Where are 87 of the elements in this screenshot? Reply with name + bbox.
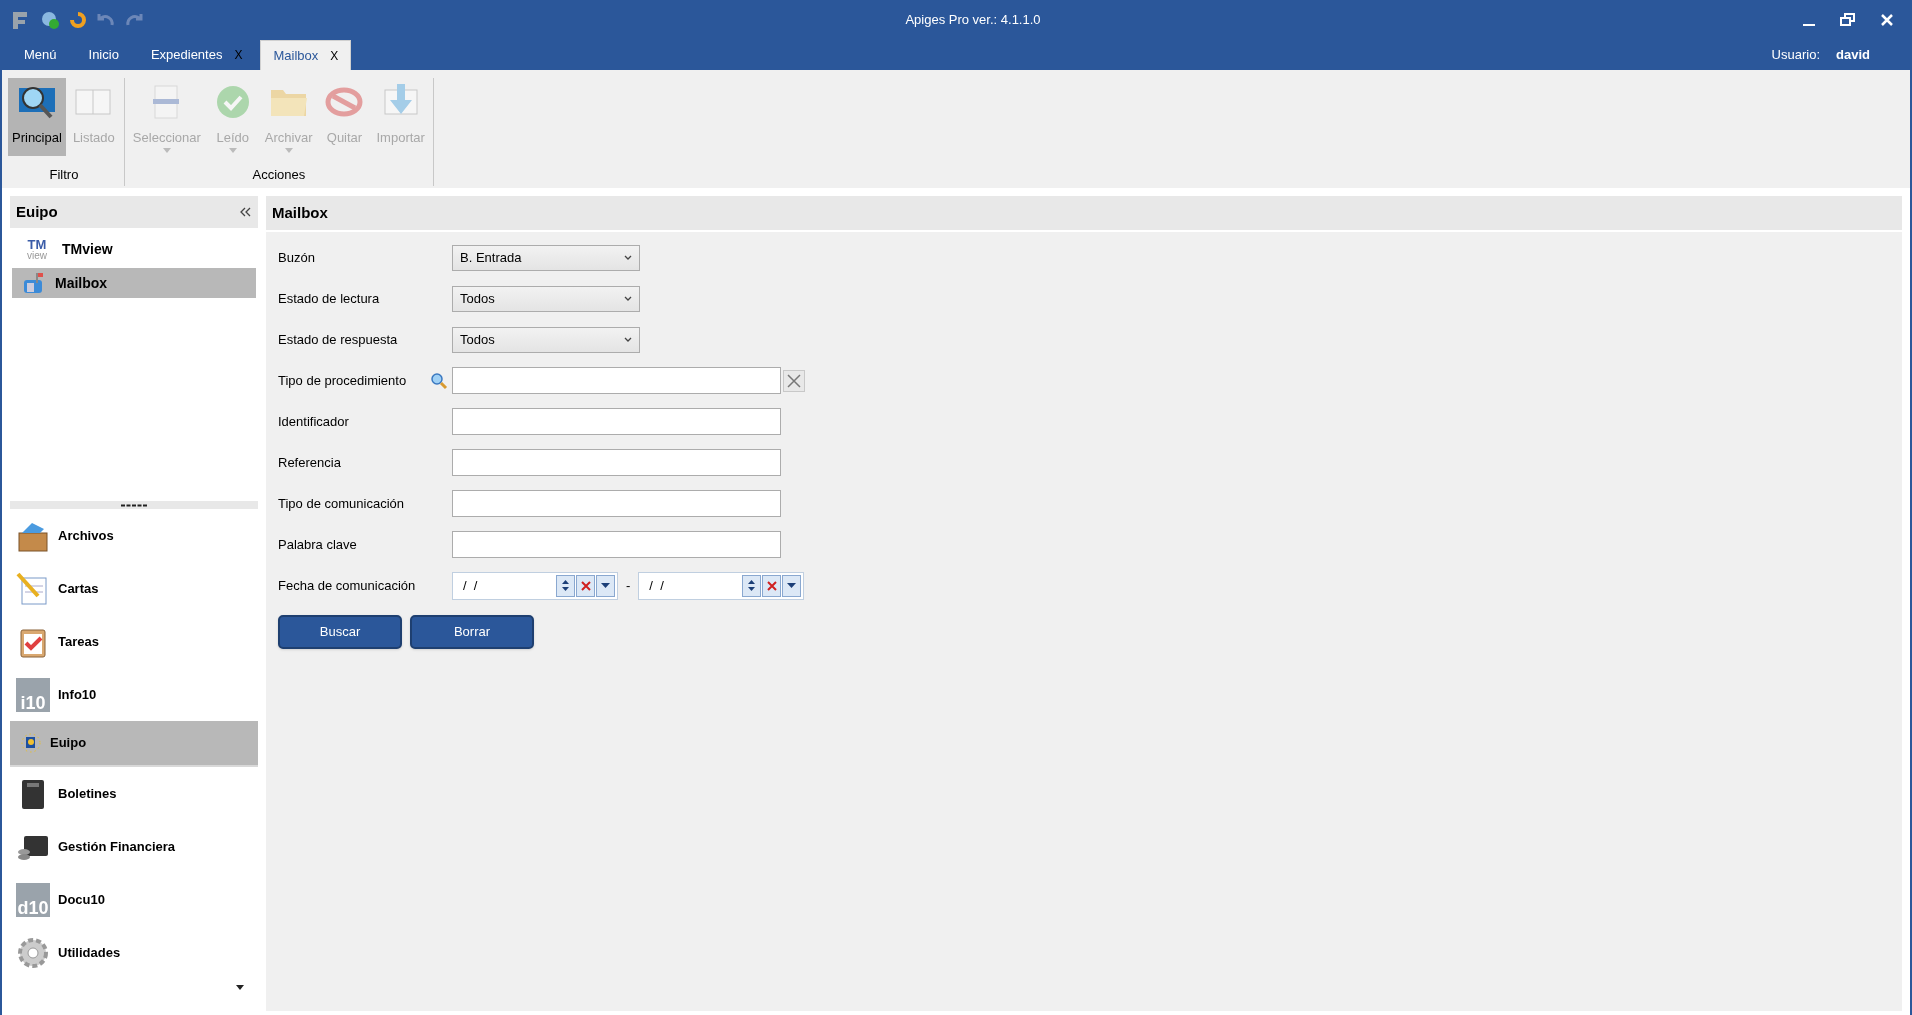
nav-item[interactable]: Boletines <box>10 767 258 820</box>
panel-item[interactable]: TM view TMview <box>12 234 256 264</box>
dropdown-field[interactable]: Todos <box>452 285 640 312</box>
tab-label: Inicio <box>88 46 119 65</box>
gear-icon <box>16 935 50 970</box>
caret-down-icon[interactable] <box>236 985 244 990</box>
field-label: Referencia <box>278 453 342 472</box>
docu10-logo: d10 <box>16 882 50 917</box>
action-button[interactable]: Borrar <box>410 615 534 649</box>
mailbox-icon <box>24 273 43 293</box>
input-field[interactable] <box>452 408 781 435</box>
tab-label: Mailbox <box>273 46 319 65</box>
caret-icon <box>228 147 237 153</box>
close-icon <box>787 373 801 388</box>
euipo-logo-icon <box>20 732 42 754</box>
field-label: Identificador <box>278 412 350 431</box>
panel-item[interactable]: Mailbox <box>12 268 256 298</box>
close-icon <box>580 580 591 591</box>
ribbon-group-label: Filtro <box>49 165 79 184</box>
field-label: Tipo de comunicación <box>278 494 405 513</box>
tab[interactable]: Inicio <box>74 40 133 70</box>
spin-up-icon <box>562 580 569 584</box>
range-separator: - <box>626 576 631 595</box>
input-field[interactable] <box>452 449 781 476</box>
date-field[interactable]: / / <box>638 571 805 600</box>
nav-item[interactable]: Gestión Financiera <box>10 820 258 873</box>
splitter-bar[interactable] <box>10 501 258 509</box>
field-label: Buzón <box>278 248 316 267</box>
tab[interactable]: Menú <box>10 40 71 70</box>
tab-label: Expedientes <box>150 46 223 65</box>
notepad-pencil-icon <box>16 571 50 606</box>
grip-icon <box>121 503 147 507</box>
tm-logo: TM view <box>26 237 48 261</box>
restore-icon[interactable] <box>1840 13 1856 27</box>
search-icon[interactable] <box>430 371 448 390</box>
dropdown-field[interactable]: Todos <box>452 326 640 353</box>
spin-button[interactable] <box>742 574 762 597</box>
caret-icon <box>284 147 293 153</box>
dropdown-field[interactable]: B. Entrada <box>452 244 640 271</box>
action-button[interactable]: Buscar <box>278 615 402 649</box>
caret-icon <box>162 147 171 153</box>
tab[interactable]: Mailbox X <box>260 40 352 70</box>
field-label: Fecha de comunicación <box>278 576 417 595</box>
user-label: Usuario: <box>1771 46 1821 65</box>
chevron-down-icon <box>624 254 632 261</box>
date-field[interactable]: / / <box>452 571 618 600</box>
spin-up-icon <box>748 580 756 584</box>
nav-item[interactable]: Tareas <box>10 615 258 668</box>
clear-date-button[interactable] <box>762 574 782 597</box>
refresh-icon[interactable] <box>68 10 88 30</box>
user-name: david <box>1836 46 1870 65</box>
nav-item[interactable]: d10 Docu10 <box>10 873 258 926</box>
close-icon <box>766 580 777 591</box>
clear-button[interactable] <box>783 369 805 392</box>
spin-down-icon <box>562 587 569 591</box>
input-field[interactable] <box>452 531 781 558</box>
input-field[interactable] <box>452 367 781 394</box>
caret-down-icon <box>787 583 797 588</box>
content-title: Mailbox <box>272 202 328 223</box>
caret-down-icon <box>601 583 610 588</box>
nav-item[interactable]: Utilidades <box>10 926 258 979</box>
nav-item[interactable]: i10 Info10 <box>10 668 258 721</box>
info10-logo: i10 <box>16 677 50 712</box>
tab[interactable]: Expedientes X <box>136 40 257 70</box>
ribbon-button[interactable]: Principal <box>8 78 66 156</box>
window-title: Apiges Pro ver.: 4.1.1.0 <box>905 11 1041 30</box>
nav-item[interactable]: Euipo <box>10 721 258 767</box>
field-label: Tipo de procedimiento <box>278 371 408 390</box>
calendar-dropdown-button[interactable] <box>782 574 802 597</box>
chevron-down-icon <box>624 295 632 302</box>
spin-down-icon <box>748 587 756 591</box>
input-field[interactable] <box>452 490 781 517</box>
close-icon[interactable] <box>1880 13 1894 27</box>
spin-button[interactable] <box>556 574 575 597</box>
nav-item[interactable]: Archivos <box>10 509 258 562</box>
calendar-dropdown-button[interactable] <box>596 574 615 597</box>
clear-date-button[interactable] <box>576 574 595 597</box>
field-label: Estado de respuesta <box>278 330 399 349</box>
collapse-icon[interactable] <box>238 206 252 218</box>
ribbon-group-label: Acciones <box>252 165 306 184</box>
chevron-down-icon <box>624 336 632 343</box>
field-label: Estado de lectura <box>278 289 381 308</box>
nav-item[interactable]: Cartas <box>10 562 258 615</box>
tab-label: Menú <box>24 46 57 65</box>
field-label: Palabra clave <box>278 535 358 554</box>
panel-title: Euipo <box>16 201 58 222</box>
tab-close-button[interactable]: X <box>330 46 339 65</box>
